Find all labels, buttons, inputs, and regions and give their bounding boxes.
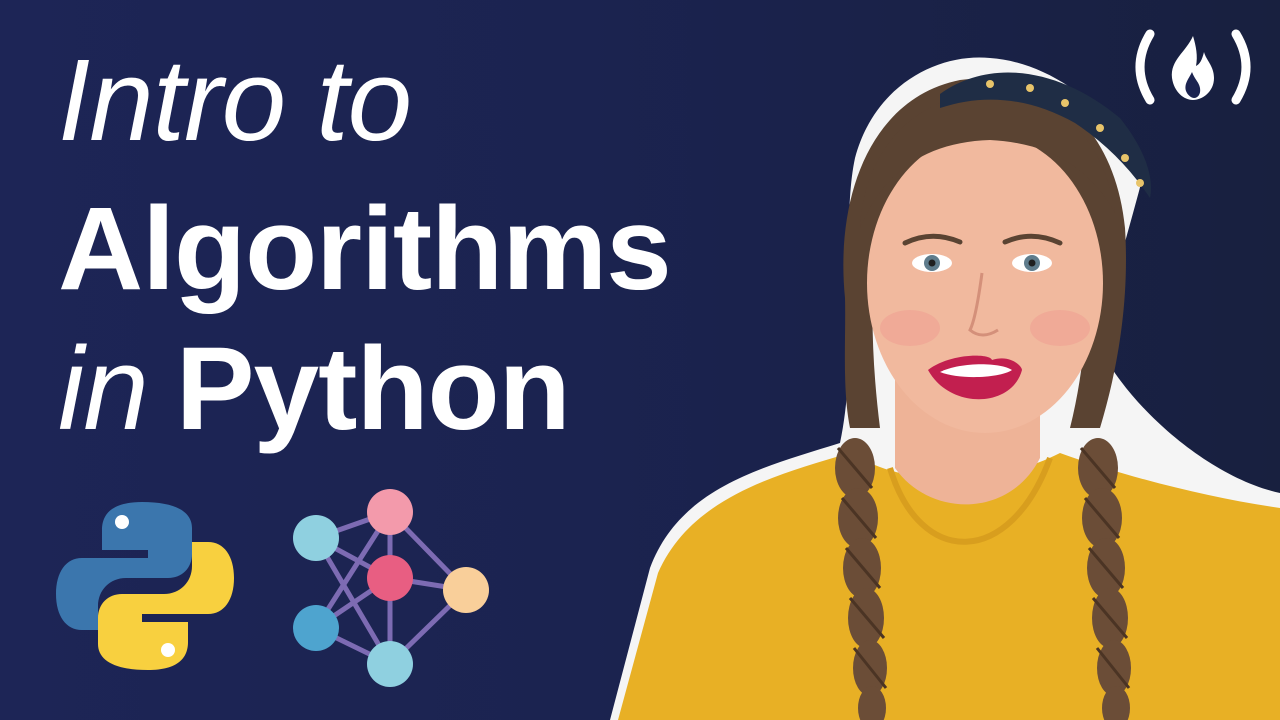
title-in-word: in — [58, 323, 149, 455]
title-line-intro: Intro to — [58, 35, 412, 165]
graph-network-icon — [293, 489, 489, 687]
video-thumbnail: Intro to Algorithms in Python — [0, 0, 1280, 720]
title-line-algorithms: Algorithms — [58, 183, 672, 315]
title-line-python: in Python — [58, 330, 571, 448]
title-python-word: Python — [175, 323, 571, 455]
presenter-photo — [610, 57, 1280, 720]
python-logo-icon — [56, 502, 234, 670]
